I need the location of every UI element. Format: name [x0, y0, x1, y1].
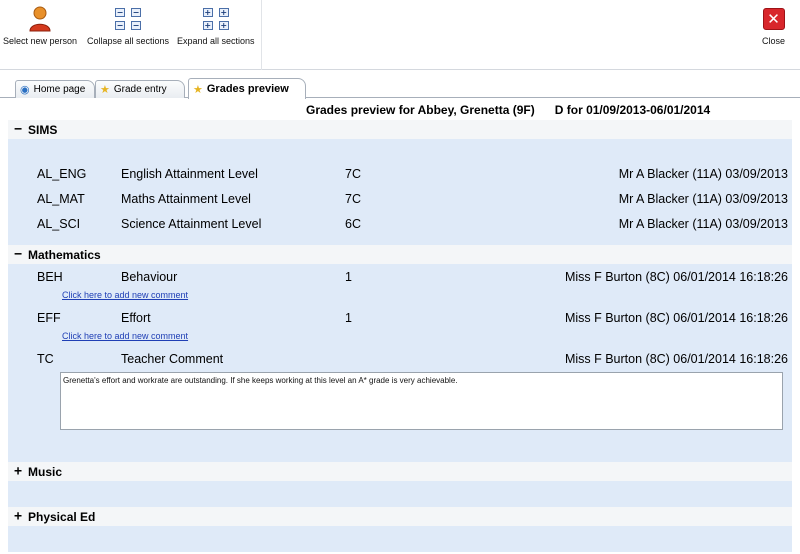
section-body-sims: AL_ENG English Attainment Level 7C Mr A …: [8, 139, 792, 245]
preview-period: D for 01/09/2013-06/01/2014: [554, 103, 711, 117]
grade-entered-by: Miss F Burton (8C) 06/01/2014 16:18:26: [564, 270, 788, 284]
grade-code: BEH: [37, 270, 63, 284]
grade-name: Science Attainment Level: [121, 217, 262, 231]
section-title: SIMS: [28, 122, 58, 137]
select-new-person-label: Select new person: [3, 36, 78, 46]
toolbar: Select new person − − − − Collapse all s…: [0, 0, 800, 70]
preview-title: Grades preview for Abbey, Grenetta (9F) …: [306, 103, 710, 117]
grade-entered-by: Mr A Blacker (11A) 03/09/2013: [618, 217, 788, 231]
star-icon: ★: [100, 83, 110, 96]
preview-heading: Grades preview for Abbey, Grenetta (9F): [306, 103, 535, 117]
grade-row: TC Teacher Comment Miss F Burton (8C) 06…: [8, 346, 792, 371]
select-new-person-button[interactable]: Select new person: [3, 6, 77, 46]
grade-code: EFF: [37, 311, 61, 325]
section-header-sims[interactable]: − SIMS: [8, 120, 792, 139]
grade-row: AL_MAT Maths Attainment Level 7C Mr A Bl…: [8, 186, 792, 211]
grade-entered-by: Miss F Burton (8C) 06/01/2014 16:18:26: [564, 311, 788, 325]
collapse-icon: − − − −: [115, 8, 142, 30]
section-header-physical-ed[interactable]: + Physical Ed: [8, 507, 792, 526]
grade-code: AL_SCI: [37, 217, 81, 231]
expand-toggle-icon[interactable]: +: [8, 509, 28, 524]
grade-name: English Attainment Level: [121, 167, 258, 181]
section-sims: − SIMS AL_ENG English Attainment Level 7…: [8, 120, 792, 245]
section-body-physical-ed: [8, 526, 792, 552]
grade-entered-by: Mr A Blacker (11A) 03/09/2013: [618, 167, 788, 181]
grade-name: Behaviour: [121, 270, 178, 284]
grade-entered-by: Mr A Blacker (11A) 03/09/2013: [618, 192, 788, 206]
grade-value: 7C: [345, 192, 361, 206]
section-title: Physical Ed: [28, 509, 96, 524]
globe-icon: ◉: [20, 83, 30, 96]
tab-label: Grade entry: [113, 84, 167, 95]
grade-name: Effort: [121, 311, 151, 325]
collapse-toggle-icon[interactable]: −: [8, 122, 28, 137]
section-music: + Music: [8, 462, 792, 507]
grades-preview-window: Select new person − − − − Collapse all s…: [0, 0, 800, 554]
collapse-toggle-icon[interactable]: −: [8, 247, 28, 262]
expand-icon: + + + +: [202, 8, 229, 30]
section-physical-ed: + Physical Ed: [8, 507, 792, 552]
person-icon: [28, 6, 52, 32]
grade-name: Maths Attainment Level: [121, 192, 251, 206]
tab-label: Grades preview: [206, 83, 289, 95]
add-comment-link[interactable]: Click here to add new comment: [62, 331, 188, 341]
teacher-comment-textbox[interactable]: Grenetta's effort and workrate are outst…: [60, 372, 783, 430]
close-button[interactable]: ✕ Close: [762, 6, 785, 46]
grade-row: AL_SCI Science Attainment Level 6C Mr A …: [8, 211, 792, 236]
section-title: Music: [28, 464, 63, 479]
tab-label: Home page: [33, 84, 86, 95]
section-title: Mathematics: [28, 247, 101, 262]
grade-value: 1: [345, 270, 352, 284]
star-icon: ★: [193, 82, 203, 96]
grade-row: EFF Effort 1 Miss F Burton (8C) 06/01/20…: [8, 305, 792, 330]
close-label: Close: [762, 36, 786, 46]
tab-home-page[interactable]: ◉ Home page: [15, 80, 95, 98]
grade-value: 6C: [345, 217, 361, 231]
section-mathematics: − Mathematics BEH Behaviour 1 Miss F Bur…: [8, 245, 792, 462]
grade-code: AL_ENG: [37, 167, 87, 181]
grade-code: AL_MAT: [37, 192, 85, 206]
expand-toggle-icon[interactable]: +: [8, 464, 28, 479]
section-header-mathematics[interactable]: − Mathematics: [8, 245, 792, 264]
grade-row: BEH Behaviour 1 Miss F Burton (8C) 06/01…: [8, 264, 792, 289]
collapse-all-sections-button[interactable]: − − − − Collapse all sections: [87, 6, 169, 46]
expand-all-sections-button[interactable]: + + + + Expand all sections: [177, 6, 255, 46]
toolbar-divider: [261, 0, 262, 70]
tab-strip: ◉ Home page ★ Grade entry ★ Grades previ…: [0, 78, 800, 99]
grade-value: 7C: [345, 167, 361, 181]
grade-entered-by: Miss F Burton (8C) 06/01/2014 16:18:26: [564, 352, 788, 366]
expand-all-label: Expand all sections: [177, 36, 255, 46]
add-comment-link[interactable]: Click here to add new comment: [62, 290, 188, 300]
grade-row: AL_ENG English Attainment Level 7C Mr A …: [8, 161, 792, 186]
section-header-music[interactable]: + Music: [8, 462, 792, 481]
grade-name: Teacher Comment: [121, 352, 224, 366]
collapse-all-label: Collapse all sections: [87, 36, 170, 46]
tab-grades-preview[interactable]: ★ Grades preview: [188, 78, 306, 99]
section-body-music: [8, 481, 792, 507]
close-icon: ✕: [762, 8, 785, 30]
grades-content: − SIMS AL_ENG English Attainment Level 7…: [8, 120, 792, 552]
grade-value: 1: [345, 311, 352, 325]
section-body-mathematics: BEH Behaviour 1 Miss F Burton (8C) 06/01…: [8, 264, 792, 462]
grade-code: TC: [37, 352, 54, 366]
tab-grade-entry[interactable]: ★ Grade entry: [95, 80, 185, 98]
